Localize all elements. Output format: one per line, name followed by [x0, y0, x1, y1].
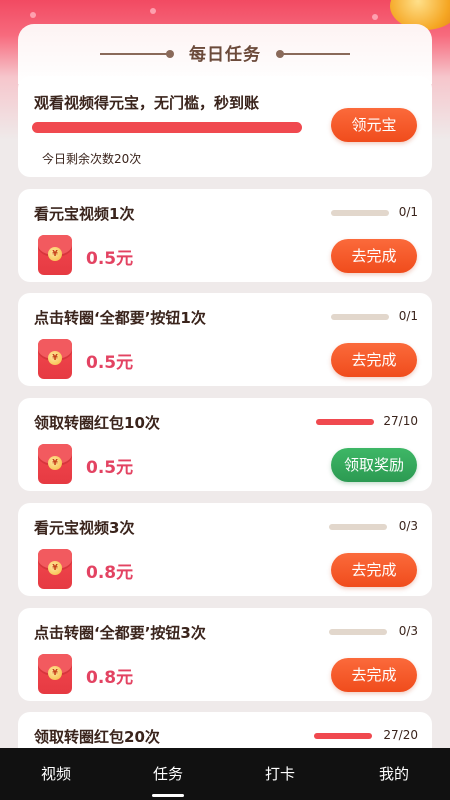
- task-title: 看元宝视频3次: [34, 519, 135, 537]
- task-title: 领取转圈红包10次: [34, 414, 160, 432]
- task-card: 看元宝视频3次 0/3 ¥ 0.8元 去完成: [18, 503, 432, 596]
- task-progress-bar: [329, 629, 387, 635]
- task-action-button[interactable]: 去完成: [331, 239, 417, 273]
- decor-dot: [30, 12, 36, 18]
- nav-tab-video[interactable]: 视频: [0, 748, 112, 800]
- nav-tab-checkin[interactable]: 打卡: [224, 748, 336, 800]
- red-envelope-icon: ¥: [38, 549, 72, 589]
- task-card: 点击转圈‘全都要’按钮1次 0/1 ¥ 0.5元 去完成: [18, 293, 432, 386]
- task-card: 看元宝视频1次 0/1 ¥ 0.5元 去完成: [18, 189, 432, 282]
- task-reward: 0.5元: [86, 353, 134, 373]
- page-title: 每日任务: [189, 45, 261, 65]
- task-title: 领取转圈红包20次: [34, 728, 160, 746]
- task-action-button[interactable]: 去完成: [331, 553, 417, 587]
- red-envelope-icon: ¥: [38, 235, 72, 275]
- red-envelope-icon: ¥: [38, 444, 72, 484]
- collect-ingot-button[interactable]: 领元宝: [331, 108, 417, 142]
- active-tab-indicator: [152, 794, 184, 797]
- task-progress-text: 27/10: [383, 414, 418, 428]
- task-title: 看元宝视频1次: [34, 205, 135, 223]
- featured-task-title: 观看视频得元宝，无门槛，秒到账: [34, 94, 260, 112]
- red-envelope-icon: ¥: [38, 654, 72, 694]
- task-progress-fill: [314, 733, 372, 739]
- task-progress-text: 27/20: [383, 728, 418, 742]
- decor-dot: [150, 8, 156, 14]
- task-progress-text: 0/1: [398, 309, 418, 323]
- task-action-button[interactable]: 去完成: [331, 343, 417, 377]
- featured-progress-bar: [32, 122, 302, 133]
- task-reward: 0.5元: [86, 458, 134, 478]
- task-progress-text: 0/3: [398, 624, 418, 638]
- nav-tab-tasks[interactable]: 任务: [112, 748, 224, 800]
- task-progress-fill: [316, 419, 374, 425]
- task-progress-bar: [314, 733, 372, 739]
- decor-dot: [372, 14, 378, 20]
- task-title: 点击转圈‘全都要’按钮1次: [34, 309, 206, 327]
- red-envelope-icon: ¥: [38, 339, 72, 379]
- task-progress-text: 0/3: [398, 519, 418, 533]
- task-progress-bar: [316, 419, 374, 425]
- task-card: 点击转圈‘全都要’按钮3次 0/3 ¥ 0.8元 去完成: [18, 608, 432, 701]
- task-card: 领取转圈红包10次 27/10 ¥ 0.5元 领取奖励: [18, 398, 432, 491]
- task-action-button[interactable]: 去完成: [331, 658, 417, 692]
- task-progress-bar: [329, 524, 387, 530]
- task-progress-bar: [331, 210, 389, 216]
- task-reward: 0.8元: [86, 563, 134, 583]
- task-progress-text: 0/1: [398, 205, 418, 219]
- nav-tab-mine[interactable]: 我的: [338, 748, 450, 800]
- remaining-count-text: 今日剩余次数20次: [42, 152, 142, 166]
- task-title: 点击转圈‘全都要’按钮3次: [34, 624, 206, 642]
- bottom-nav-bar: 视频 任务 打卡 我的: [0, 748, 450, 800]
- task-reward: 0.8元: [86, 668, 134, 688]
- task-action-button[interactable]: 领取奖励: [331, 448, 417, 482]
- task-progress-bar: [331, 314, 389, 320]
- task-reward: 0.5元: [86, 249, 134, 269]
- featured-task-card: 观看视频得元宝，无门槛，秒到账 今日剩余次数20次 领元宝: [18, 76, 432, 177]
